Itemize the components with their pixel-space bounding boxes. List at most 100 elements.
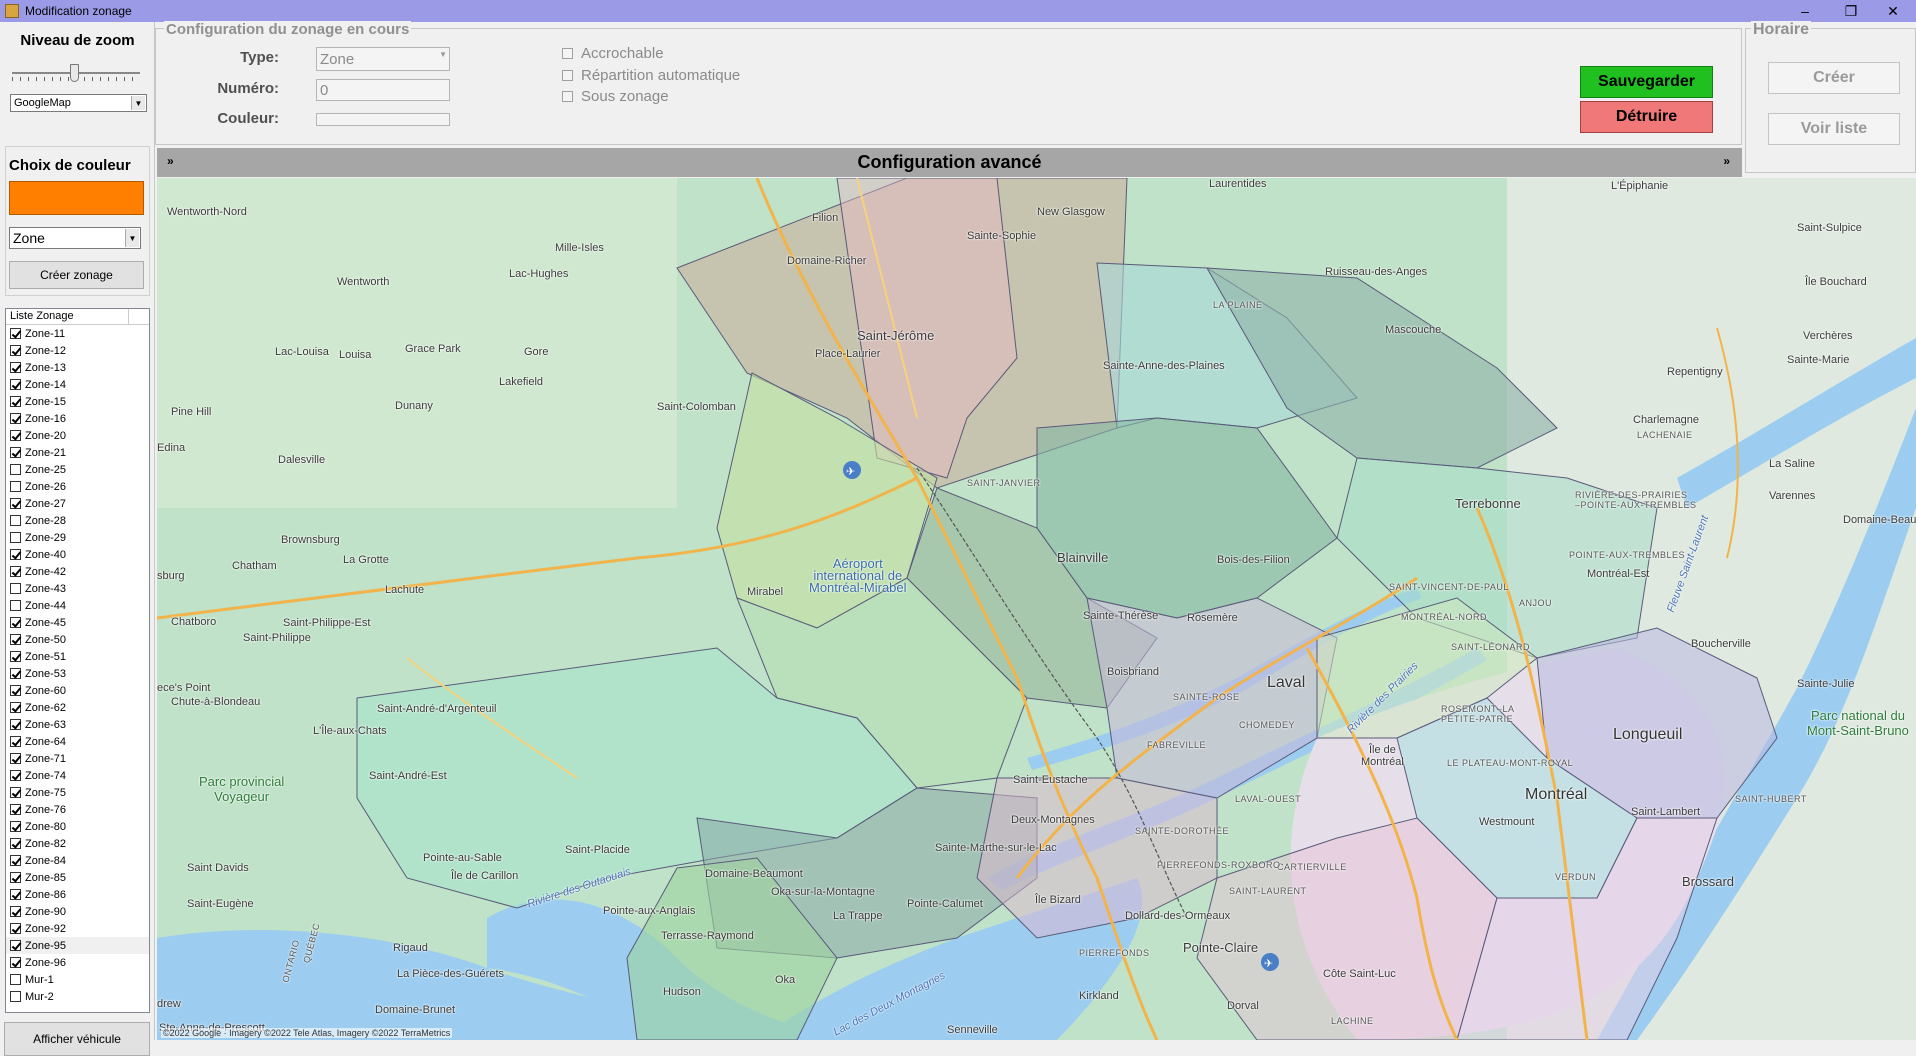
zone-list-item[interactable]: Zone-51 <box>6 648 149 665</box>
show-vehicle-button[interactable]: Afficher véhicule <box>4 1022 150 1056</box>
destroy-button[interactable]: Détruire <box>1580 101 1713 133</box>
zone-checkbox[interactable] <box>10 719 21 730</box>
zone-checkbox[interactable] <box>10 872 21 883</box>
zone-checkbox[interactable] <box>10 362 21 373</box>
zone-list-item[interactable]: Zone-13 <box>6 359 149 376</box>
zone-checkbox[interactable] <box>10 549 21 560</box>
zone-checkbox[interactable] <box>10 957 21 968</box>
zone-checkbox[interactable] <box>10 481 21 492</box>
zone-list-item[interactable]: Zone-82 <box>6 835 149 852</box>
zone-list-item[interactable]: Zone-42 <box>6 563 149 580</box>
zone-checkbox[interactable] <box>10 651 21 662</box>
zone-list-item[interactable]: Zone-44 <box>6 597 149 614</box>
zone-checkbox[interactable] <box>10 430 21 441</box>
zone-list-item[interactable]: Zone-43 <box>6 580 149 597</box>
zone-list-item[interactable]: Zone-64 <box>6 733 149 750</box>
zone-checkbox[interactable] <box>10 515 21 526</box>
zone-list-item[interactable]: Zone-53 <box>6 665 149 682</box>
zone-checkbox[interactable] <box>10 702 21 713</box>
zone-list-item[interactable]: Zone-90 <box>6 903 149 920</box>
chevron-down-icon[interactable]: ▼ <box>131 96 145 110</box>
zone-list-item[interactable]: Mur-2 <box>6 988 149 1005</box>
zone-checkbox[interactable] <box>10 991 21 1002</box>
zone-list-item[interactable]: Zone-75 <box>6 784 149 801</box>
chevron-down-icon[interactable]: ▼ <box>439 50 447 59</box>
number-field[interactable]: 0 <box>316 79 450 101</box>
checkbox-box[interactable] <box>562 70 573 81</box>
zone-list-item[interactable]: Zone-80 <box>6 818 149 835</box>
zone-list-item[interactable]: Zone-84 <box>6 852 149 869</box>
zone-list-item[interactable]: Zone-20 <box>6 427 149 444</box>
zone-checkbox[interactable] <box>10 634 21 645</box>
chevron-down-icon[interactable]: » <box>1723 154 1730 168</box>
subzoning-checkbox[interactable]: Sous zonage <box>562 88 669 105</box>
zone-checkbox[interactable] <box>10 787 21 798</box>
zone-checkbox[interactable] <box>10 583 21 594</box>
zone-checkbox[interactable] <box>10 685 21 696</box>
zone-checkbox[interactable] <box>10 600 21 611</box>
zone-list-item[interactable]: Zone-40 <box>6 546 149 563</box>
zone-list-item[interactable]: Zone-12 <box>6 342 149 359</box>
chevron-down-icon[interactable]: ▼ <box>125 229 139 247</box>
zone-list-item[interactable]: Zone-95 <box>6 937 149 954</box>
zone-checkbox[interactable] <box>10 974 21 985</box>
zone-list-item[interactable]: Zone-26 <box>6 478 149 495</box>
zone-checkbox[interactable] <box>10 447 21 458</box>
zone-checkbox[interactable] <box>10 855 21 866</box>
zone-list-item[interactable]: Zone-27 <box>6 495 149 512</box>
zone-list-item[interactable]: Zone-85 <box>6 869 149 886</box>
zone-checkbox[interactable] <box>10 736 21 747</box>
zone-checkbox[interactable] <box>10 906 21 917</box>
hookable-checkbox[interactable]: Accrochable <box>562 45 664 62</box>
map-canvas[interactable]: ✈ ✈ <box>157 178 1916 1040</box>
zone-list-item[interactable]: Zone-29 <box>6 529 149 546</box>
zone-list-item[interactable]: Zone-62 <box>6 699 149 716</box>
zone-list-item[interactable]: Zone-16 <box>6 410 149 427</box>
zone-checkbox[interactable] <box>10 668 21 679</box>
zone-list-item[interactable]: Mur-1 <box>6 971 149 988</box>
zone-checkbox[interactable] <box>10 345 21 356</box>
restore-button[interactable]: ❐ <box>1828 0 1874 22</box>
zone-checkbox[interactable] <box>10 379 21 390</box>
close-button[interactable]: ✕ <box>1870 0 1916 22</box>
zone-list-item[interactable]: Zone-86 <box>6 886 149 903</box>
zone-list-item[interactable]: Zone-71 <box>6 750 149 767</box>
zone-checkbox[interactable] <box>10 770 21 781</box>
zone-list-item[interactable]: Zone-74 <box>6 767 149 784</box>
zone-checkbox[interactable] <box>10 617 21 628</box>
zone-checkbox[interactable] <box>10 328 21 339</box>
checkbox-box[interactable] <box>562 48 573 59</box>
zone-list-item[interactable]: Zone-50 <box>6 631 149 648</box>
zone-checkbox[interactable] <box>10 566 21 577</box>
zone-list-item[interactable]: Zone-11 <box>6 325 149 342</box>
zone-checkbox[interactable] <box>10 889 21 900</box>
zone-list-item[interactable]: Zone-76 <box>6 801 149 818</box>
color-swatch[interactable] <box>9 181 144 215</box>
zoom-slider-thumb[interactable] <box>70 64 79 82</box>
zone-checkbox[interactable] <box>10 464 21 475</box>
zone-checkbox[interactable] <box>10 532 21 543</box>
create-schedule-button[interactable]: Créer <box>1768 62 1900 94</box>
type-select[interactable]: Zone ▼ <box>316 47 450 71</box>
zone-checkbox[interactable] <box>10 396 21 407</box>
zone-list-item[interactable]: Zone-63 <box>6 716 149 733</box>
color-field[interactable] <box>316 113 450 126</box>
zone-list-item[interactable]: Zone-60 <box>6 682 149 699</box>
zone-list-item[interactable]: Zone-14 <box>6 376 149 393</box>
checkbox-box[interactable] <box>562 91 573 102</box>
zone-checkbox[interactable] <box>10 923 21 934</box>
zone-list-item[interactable]: Zone-28 <box>6 512 149 529</box>
zone-checkbox[interactable] <box>10 838 21 849</box>
view-list-button[interactable]: Voir liste <box>1768 113 1900 145</box>
zone-type-select[interactable]: Zone ▼ <box>9 227 141 249</box>
zone-checkbox[interactable] <box>10 821 21 832</box>
zone-checkbox[interactable] <box>10 804 21 815</box>
save-button[interactable]: Sauvegarder <box>1580 66 1713 98</box>
chevron-down-icon[interactable]: » <box>167 154 174 168</box>
zone-checkbox[interactable] <box>10 413 21 424</box>
map-provider-select[interactable]: GoogleMap ▼ <box>10 94 147 112</box>
zone-list-item[interactable]: Zone-15 <box>6 393 149 410</box>
zone-list-item[interactable]: Zone-45 <box>6 614 149 631</box>
advanced-config-bar[interactable]: » Configuration avancé » <box>157 148 1742 177</box>
zone-checkbox[interactable] <box>10 753 21 764</box>
